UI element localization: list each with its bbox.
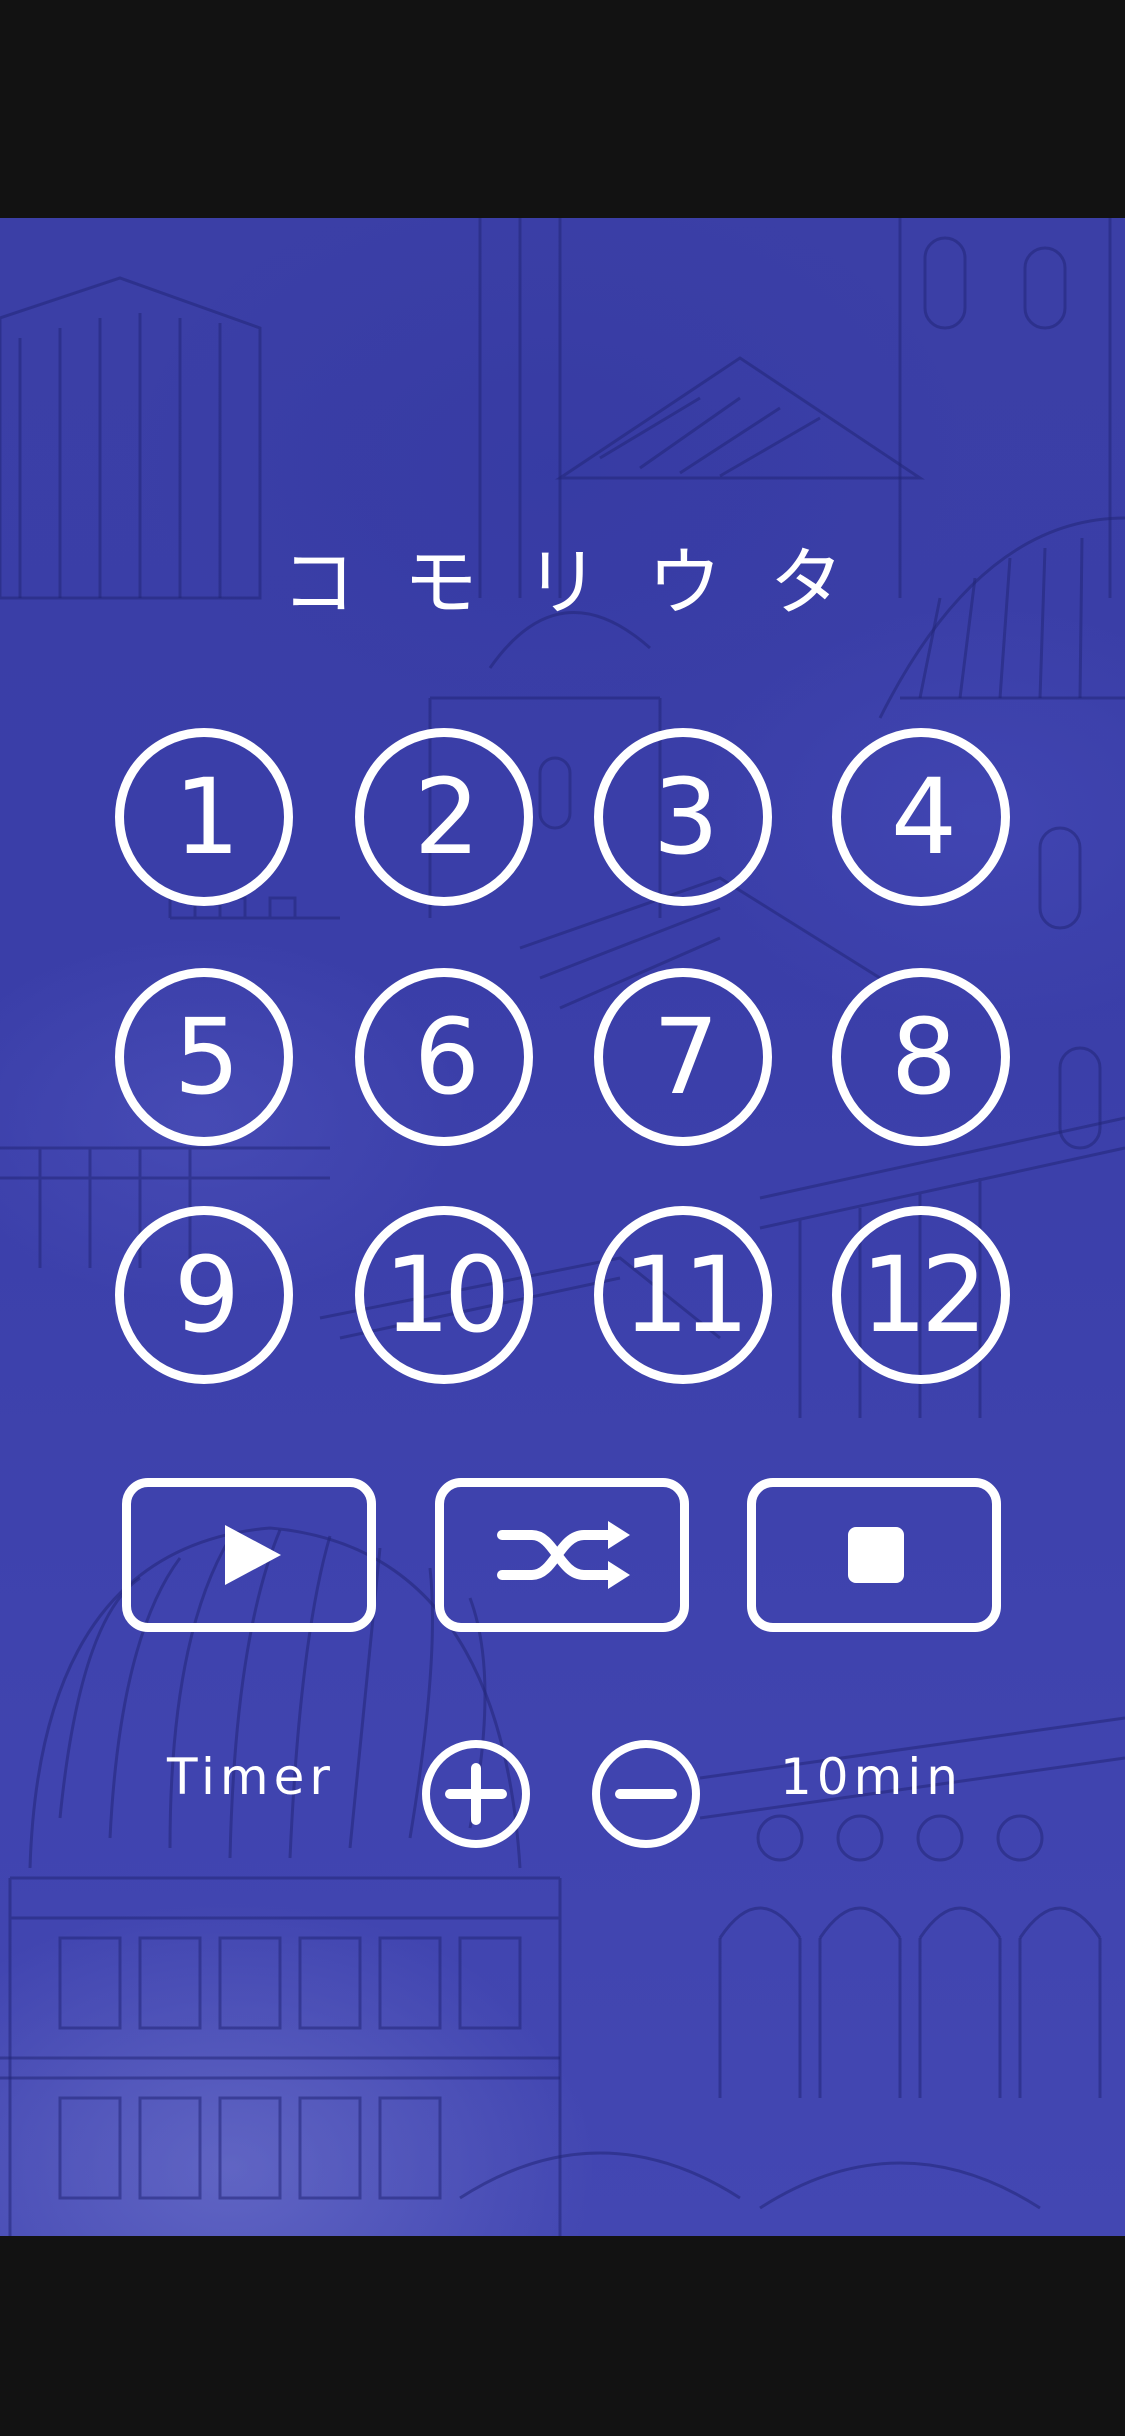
shuffle-icon xyxy=(497,1521,630,1589)
track-7-button[interactable]: 7 xyxy=(594,968,772,1146)
track-10-button[interactable]: 10 xyxy=(355,1206,533,1384)
track-2-button[interactable]: 2 xyxy=(355,728,533,906)
play-button[interactable] xyxy=(122,1478,376,1632)
background-illustration: コモリウタ 1 2 3 4 5 6 7 8 9 10 11 12 Timer 1… xyxy=(0,218,1125,2236)
track-4-button[interactable]: 4 xyxy=(832,728,1010,906)
stop-icon xyxy=(848,1527,904,1583)
play-icon xyxy=(225,1525,281,1585)
timer-value: 10min xyxy=(780,1748,963,1806)
track-3-button[interactable]: 3 xyxy=(594,728,772,906)
timer-label: Timer xyxy=(167,1748,335,1806)
track-8-button[interactable]: 8 xyxy=(832,968,1010,1146)
track-1-button[interactable]: 1 xyxy=(115,728,293,906)
track-6-button[interactable]: 6 xyxy=(355,968,533,1146)
app-title: コモリウタ xyxy=(281,540,892,626)
timer-decrease-button[interactable] xyxy=(592,1740,700,1848)
track-9-button[interactable]: 9 xyxy=(115,1206,293,1384)
stop-button[interactable] xyxy=(747,1478,1001,1632)
timer-increase-button[interactable] xyxy=(422,1740,530,1848)
track-5-button[interactable]: 5 xyxy=(115,968,293,1146)
track-12-button[interactable]: 12 xyxy=(832,1206,1010,1384)
minus-icon xyxy=(615,1789,677,1799)
shuffle-button[interactable] xyxy=(435,1478,689,1632)
track-11-button[interactable]: 11 xyxy=(594,1206,772,1384)
plus-icon xyxy=(445,1763,507,1825)
